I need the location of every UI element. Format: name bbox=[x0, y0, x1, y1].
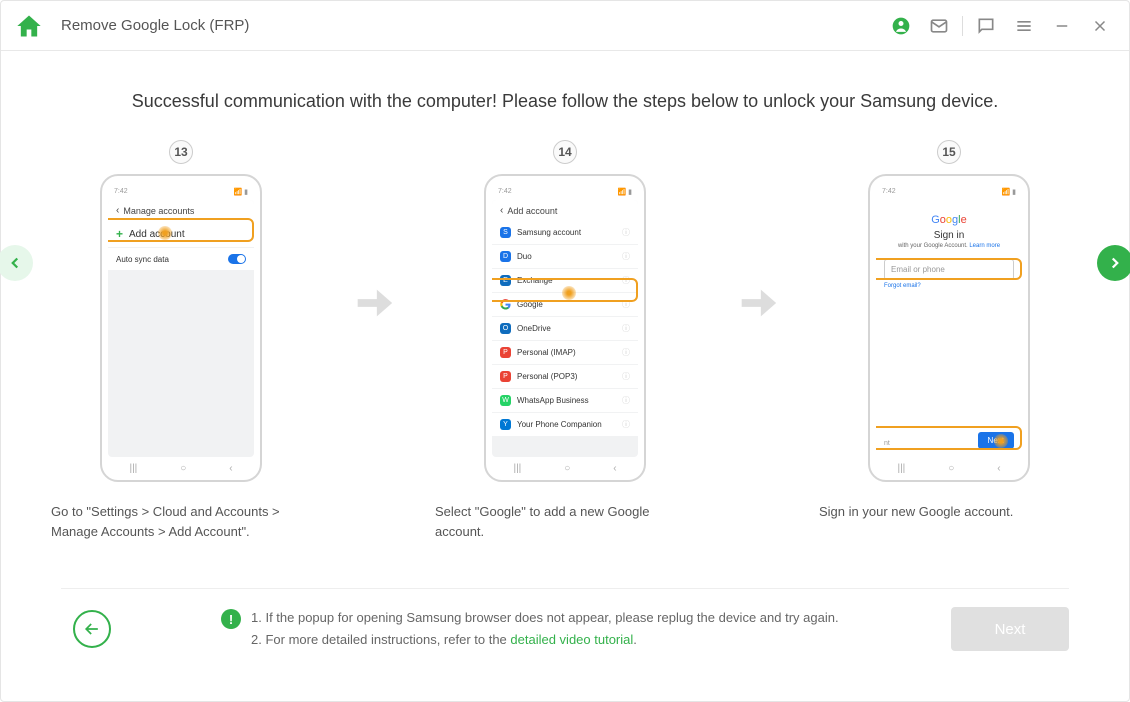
account-item: SSamsung accountⓘ bbox=[492, 221, 638, 244]
home-icon[interactable] bbox=[15, 12, 43, 40]
google-logo: Google bbox=[884, 214, 1014, 226]
step-13: 13 7:42📶 ▮ ‹Manage accounts + Add accoun… bbox=[36, 140, 326, 552]
learn-more-link: Learn more bbox=[969, 243, 1000, 249]
chevron-right-icon bbox=[350, 280, 396, 331]
account-icon[interactable] bbox=[886, 11, 916, 41]
tip-2: 2. For more detailed instructions, refer… bbox=[251, 629, 839, 651]
info-block: ! 1. If the popup for opening Samsung br… bbox=[221, 607, 921, 651]
step-14: 14 7:42📶 ▮ ‹Add account SSamsung account… bbox=[420, 140, 710, 552]
account-item: DDuoⓘ bbox=[492, 245, 638, 268]
chevron-right-icon bbox=[734, 280, 780, 331]
account-item: YYour Phone Companionⓘ bbox=[492, 413, 638, 436]
info-icon: ! bbox=[221, 609, 241, 629]
prev-arrow[interactable] bbox=[0, 245, 33, 281]
manage-accounts-label: Manage accounts bbox=[123, 206, 194, 216]
step-caption: Sign in your new Google account. bbox=[819, 502, 1079, 552]
close-icon[interactable] bbox=[1085, 11, 1115, 41]
add-account-header: Add account bbox=[507, 206, 557, 216]
step-caption: Go to "Settings > Cloud and Accounts > M… bbox=[51, 502, 311, 552]
phone-mockup-15: 7:42📶 ▮ Google Sign in with your Google … bbox=[868, 174, 1030, 482]
minimize-icon[interactable] bbox=[1047, 11, 1077, 41]
signin-title: Sign in bbox=[884, 230, 1014, 241]
step-caption: Select "Google" to add a new Google acco… bbox=[435, 502, 695, 552]
back-button[interactable] bbox=[73, 610, 111, 648]
toggle-icon bbox=[228, 254, 246, 264]
steps-row: 13 7:42📶 ▮ ‹Manage accounts + Add accoun… bbox=[31, 140, 1099, 552]
header-icon-group bbox=[886, 11, 1115, 41]
next-arrow[interactable] bbox=[1097, 245, 1130, 281]
divider bbox=[962, 16, 963, 36]
main-content: Successful communication with the comput… bbox=[1, 51, 1129, 701]
next-button[interactable]: Next bbox=[951, 607, 1069, 651]
mail-icon[interactable] bbox=[924, 11, 954, 41]
step-15: 15 7:42📶 ▮ Google Sign in with your Goog… bbox=[804, 140, 1094, 552]
step-number: 14 bbox=[553, 140, 577, 164]
page-title: Remove Google Lock (FRP) bbox=[61, 17, 886, 34]
account-item: PPersonal (POP3)ⓘ bbox=[492, 365, 638, 388]
auto-sync-label: Auto sync data bbox=[116, 255, 169, 264]
account-item: WWhatsApp Businessⓘ bbox=[492, 389, 638, 412]
video-tutorial-link[interactable]: detailed video tutorial bbox=[510, 632, 633, 647]
account-item: OOneDriveⓘ bbox=[492, 317, 638, 340]
feedback-icon[interactable] bbox=[971, 11, 1001, 41]
phone-mockup-13: 7:42📶 ▮ ‹Manage accounts + Add account A… bbox=[100, 174, 262, 482]
step-number: 15 bbox=[937, 140, 961, 164]
footer: ! 1. If the popup for opening Samsung br… bbox=[61, 588, 1069, 679]
main-heading: Successful communication with the comput… bbox=[31, 91, 1099, 112]
app-header: Remove Google Lock (FRP) bbox=[1, 1, 1129, 51]
account-item: PPersonal (IMAP)ⓘ bbox=[492, 341, 638, 364]
tip-1: 1. If the popup for opening Samsung brow… bbox=[251, 607, 839, 629]
forgot-email-link: Forgot email? bbox=[884, 283, 1014, 289]
menu-icon[interactable] bbox=[1009, 11, 1039, 41]
step-number: 13 bbox=[169, 140, 193, 164]
phone-mockup-14: 7:42📶 ▮ ‹Add account SSamsung accountⓘDD… bbox=[484, 174, 646, 482]
